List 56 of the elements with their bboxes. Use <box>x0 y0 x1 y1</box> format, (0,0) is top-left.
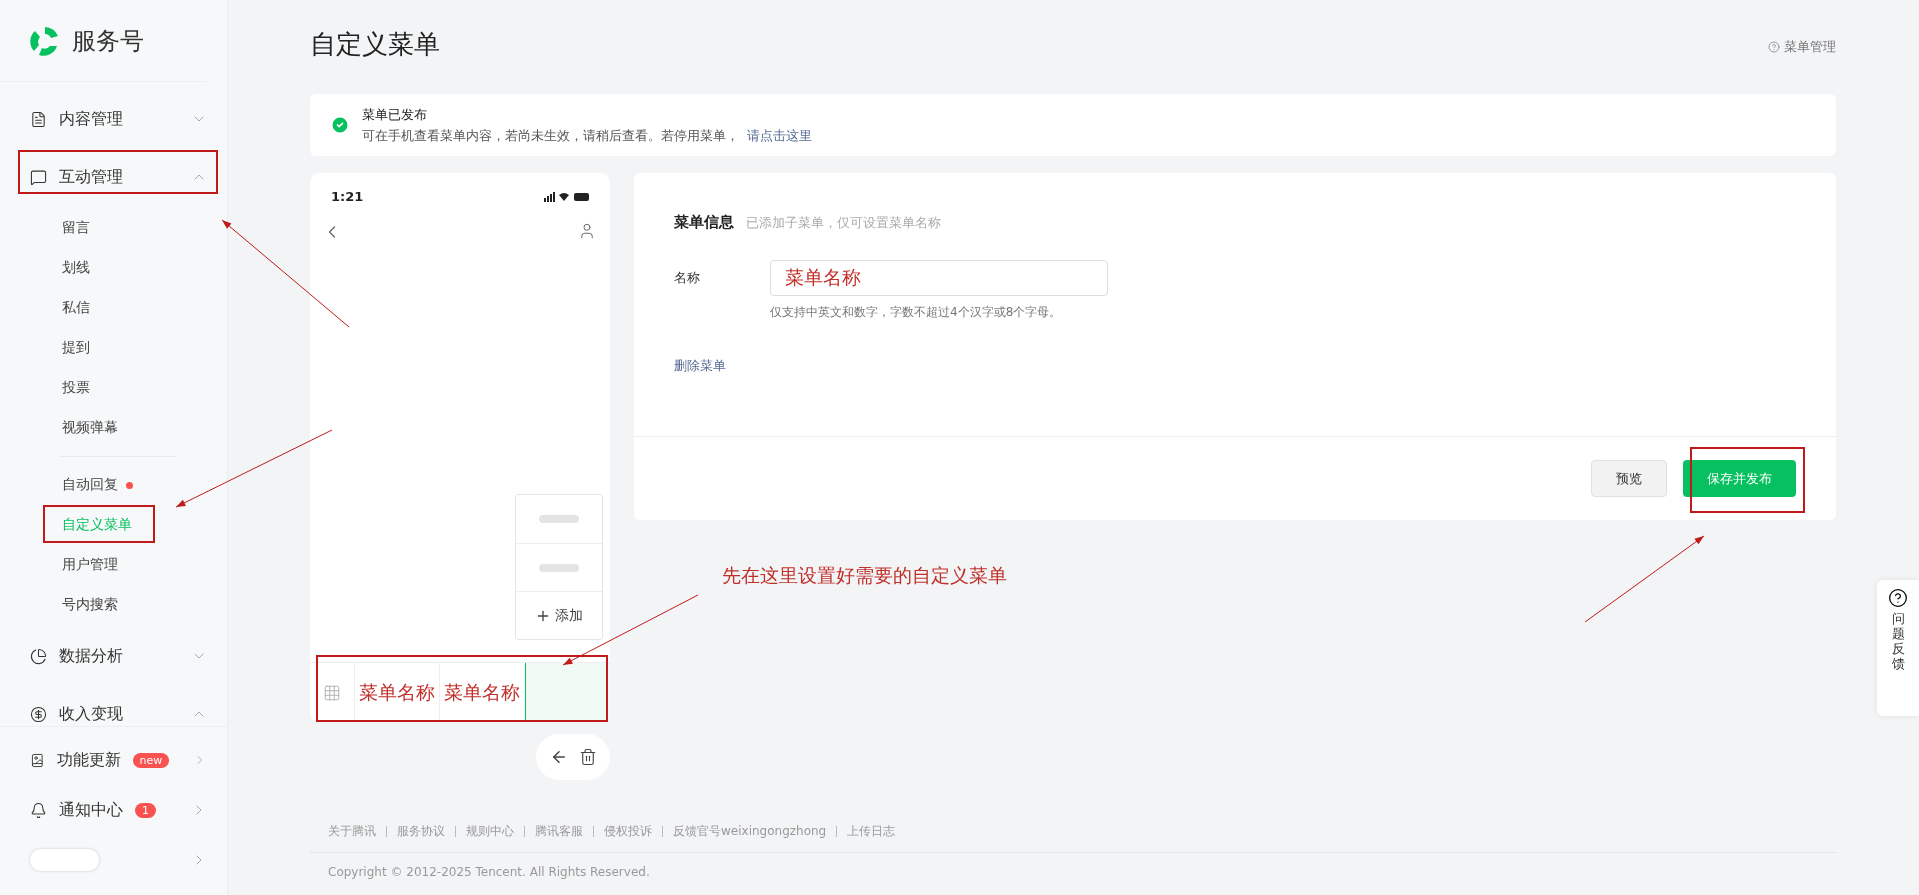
bell-icon <box>30 801 47 819</box>
nav-item[interactable]: 自动回复 <box>0 465 227 505</box>
add-label: 添加 <box>555 606 583 625</box>
badge: new <box>132 752 170 768</box>
chat-icon <box>30 168 47 186</box>
badge: 1 <box>135 802 156 818</box>
blurred-label <box>539 515 579 523</box>
nav-item[interactable]: 通知中心 1 <box>0 787 227 833</box>
redacted-mark <box>30 849 99 871</box>
success-icon <box>330 115 350 135</box>
nav-item[interactable]: 私信 <box>0 288 227 328</box>
section-title: 菜单信息 <box>674 213 734 232</box>
book-icon <box>30 751 45 769</box>
nav-group[interactable]: 收入变现 <box>0 687 227 726</box>
menu-tab[interactable]: 菜单名称 <box>439 663 525 722</box>
section-subtitle: 已添加子菜单，仅可设置菜单名称 <box>746 214 941 232</box>
help-icon <box>1888 588 1908 608</box>
preview-button[interactable]: 预览 <box>1591 460 1667 497</box>
status-time: 1:21 <box>331 189 364 204</box>
field-label: 名称 <box>674 269 701 287</box>
nav-item[interactable]: 号内搜索 <box>0 585 227 625</box>
feedback-tab[interactable]: 问题反馈 <box>1877 580 1919 716</box>
menu-tab[interactable] <box>524 663 610 722</box>
annotation-note: 先在这里设置好需要的自定义菜单 <box>722 564 1007 586</box>
page-title: 自定义菜单 <box>310 27 440 61</box>
nav-item[interactable]: 提到 <box>0 328 227 368</box>
delete-menu-link[interactable]: 删除菜单 <box>674 357 1796 375</box>
notice-text: 可在手机查看菜单内容，若尚未生效，请稍后查看。若停用菜单， 请点击这里 <box>362 126 812 145</box>
name-field[interactable]: 菜单名称 <box>770 260 1108 296</box>
nav-group[interactable]: 数据分析 <box>0 629 227 683</box>
brand-name: 服务号 <box>72 25 144 57</box>
pie-chart-icon <box>30 647 47 665</box>
coin-icon <box>30 705 47 723</box>
status-icons <box>544 191 590 202</box>
user-icon[interactable] <box>578 222 596 240</box>
help-link[interactable]: 菜单管理 <box>1784 38 1836 56</box>
feedback-label: 问题反馈 <box>1891 612 1905 672</box>
nav-item[interactable]: 用户管理 <box>0 545 227 585</box>
blurred-label <box>539 563 579 572</box>
field-hint: 仅支持中英文和数字，字数不超过4个汉字或8个字母。 <box>770 304 1063 321</box>
notice-link[interactable]: 请点击这里 <box>747 127 812 143</box>
document-icon <box>30 110 47 128</box>
notice-title: 菜单已发布 <box>362 105 428 124</box>
nav-group[interactable]: 互动管理 <box>0 150 227 204</box>
trash-icon[interactable] <box>578 748 597 766</box>
nav-item[interactable]: 视频弹幕 <box>0 408 227 448</box>
nav-item[interactable]: 功能更新 new <box>0 737 227 783</box>
nav-group[interactable]: 内容管理 <box>0 92 227 146</box>
nav-item[interactable]: 投票 <box>0 368 227 408</box>
menu-tab[interactable]: 菜单名称 <box>354 663 440 722</box>
nav-item[interactable]: 留言 <box>0 208 227 248</box>
nav-label: 功能更新 <box>56 749 121 771</box>
nav-label: 通知中心 <box>59 799 123 821</box>
copyright: Copyright © 2012-2025 Tencent. All Rights Reserved. <box>327 864 651 879</box>
nav-item[interactable]: 划线 <box>0 248 227 288</box>
add-submenu-button[interactable]: 添加 <box>516 591 602 639</box>
